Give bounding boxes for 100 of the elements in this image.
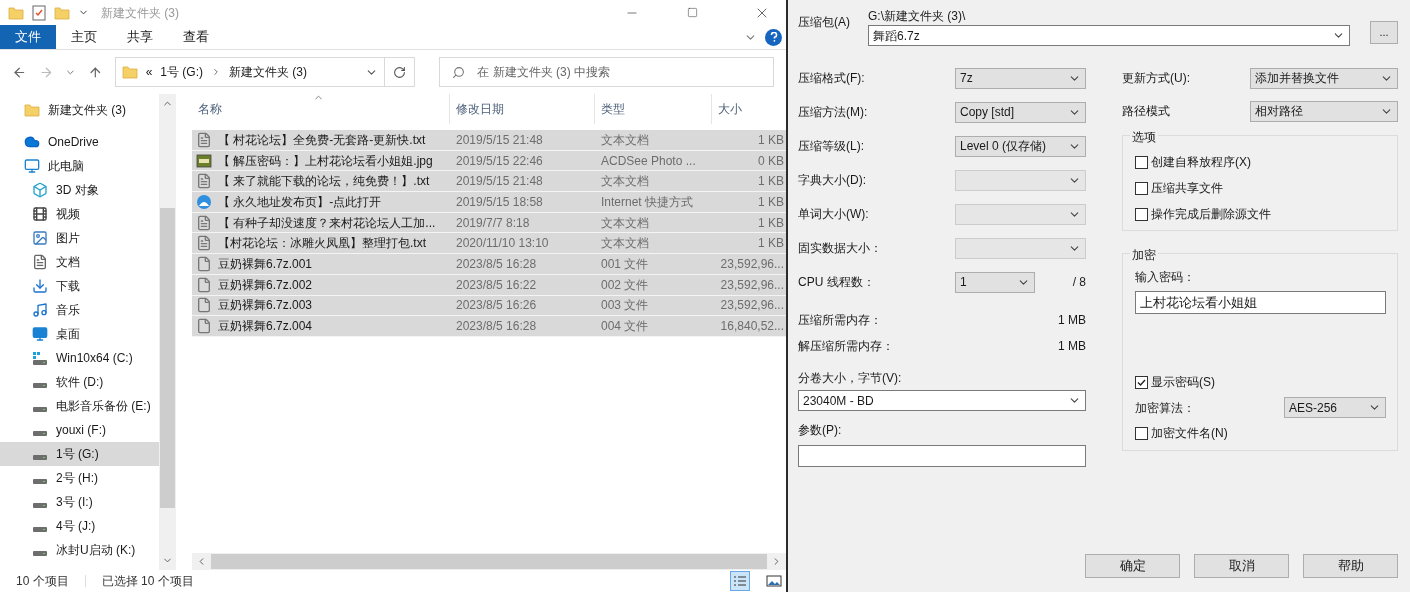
- sidebar-item[interactable]: 冰封U启动 (K:): [0, 538, 159, 562]
- file-icon: [196, 276, 212, 293]
- password-field[interactable]: 上村花论坛看小姐姐: [1135, 291, 1386, 314]
- dropdown[interactable]: 添加并替换文件: [1250, 67, 1398, 89]
- overflow-chevrons[interactable]: «: [145, 63, 153, 81]
- checkbox[interactable]: [1135, 181, 1148, 195]
- sidebar-item[interactable]: 图片: [0, 226, 159, 250]
- sidebar-item[interactable]: 3号 (I:): [0, 490, 159, 514]
- checkbox-label: 加密文件名(N): [1151, 425, 1228, 442]
- maximize-icon[interactable]: [687, 7, 698, 18]
- file-row[interactable]: 【 来了就能下载的论坛，纯免费！】.txt 2019/5/15 21:48 文本文档 1 KB: [192, 171, 786, 193]
- column-header[interactable]: 名称: [192, 94, 450, 124]
- address-bar[interactable]: « 1号 (G:) 新建文件夹 (3): [114, 57, 416, 87]
- text-file-icon: [196, 214, 212, 231]
- sidebar-item[interactable]: 文档: [0, 250, 159, 274]
- field-label: 压缩等级(L):: [798, 138, 864, 155]
- dropdown[interactable]: 1: [955, 271, 1035, 293]
- date-cell-text: 2019/5/15 21:48: [455, 131, 544, 149]
- drive-icon: [33, 430, 47, 436]
- memory-value: 1 MB: [1058, 312, 1086, 329]
- details-view-icon[interactable]: [730, 571, 750, 591]
- file-name: 豆奶裸舞6.7z.004: [218, 318, 313, 336]
- sidebar-item[interactable]: 此电脑: [0, 154, 159, 178]
- breadcrumb-item[interactable]: 新建文件夹 (3): [229, 63, 307, 81]
- column-header[interactable]: 修改日期: [450, 94, 595, 124]
- sidebar-item[interactable]: 4号 (J:): [0, 514, 159, 538]
- thumbnail-view-icon[interactable]: [766, 575, 782, 587]
- ribbon-tab[interactable]: 查看: [168, 25, 224, 49]
- sidebar-item[interactable]: 桌面: [0, 322, 159, 346]
- type-cell-text: 004 文件: [600, 318, 650, 336]
- sidebar-item[interactable]: Win10x64 (C:): [0, 346, 159, 370]
- field-label: 分卷大小，字节(V):: [798, 370, 903, 387]
- file-row[interactable]: 【 村花论坛】全免费-无套路-更新快.txt 2019/5/15 21:48 文本文档 1 KB: [192, 130, 786, 151]
- breadcrumb-separator-icon: [211, 67, 221, 77]
- size-cell-text: 23,592,96...: [719, 255, 784, 273]
- file-row[interactable]: 【 永久地址发布页】-点此打开 2019/5/15 18:58 Internet 快捷方式 1 KB: [192, 192, 786, 213]
- sidebar-item[interactable]: 2号 (H:): [0, 466, 159, 490]
- date-cell-text: 2023/8/5 16:28: [455, 318, 538, 336]
- drive-icon: [33, 382, 47, 388]
- horizontal-scrollbar[interactable]: [192, 553, 786, 570]
- file-row[interactable]: 豆奶裸舞6.7z.002 2023/8/5 16:22 002 文件 23,592,96...: [192, 274, 786, 296]
- globe-link-icon: [196, 193, 212, 210]
- dropdown[interactable]: AES-256: [1284, 397, 1386, 418]
- sidebar-item[interactable]: OneDrive: [0, 130, 159, 154]
- sidebar-item[interactable]: 音乐: [0, 298, 159, 322]
- group-title: 选项: [1130, 128, 1158, 146]
- sidebar-item[interactable]: 电影音乐备份 (E:): [0, 394, 159, 418]
- folder-icon: [54, 4, 70, 21]
- file-row[interactable]: 豆奶裸舞6.7z.003 2023/8/5 16:26 003 文件 23,592,96...: [192, 295, 786, 317]
- refresh-icon[interactable]: [393, 65, 407, 79]
- field-label: 压缩方法(M):: [798, 104, 868, 121]
- folder-icon: [8, 4, 24, 21]
- dropdown[interactable]: Level 0 (仅存储): [955, 135, 1086, 157]
- file-row[interactable]: 【村花论坛：冰雕火凤凰】整理打包.txt 2020/11/10 13:10 文本文档 1 KB: [192, 233, 786, 255]
- column-header[interactable]: 类型: [595, 94, 712, 124]
- type-cell-text: 文本文档: [600, 173, 650, 191]
- dropdown[interactable]: Copy [std]: [955, 101, 1086, 123]
- sidebar-item[interactable]: 1号 (G:): [0, 442, 159, 466]
- file-name: 豆奶裸舞6.7z.001: [218, 255, 313, 273]
- volume-size-field[interactable]: 23040M - BD: [798, 390, 1086, 411]
- parameters-field[interactable]: [798, 445, 1086, 467]
- ribbon-tab[interactable]: 共享: [112, 25, 168, 49]
- ribbon-tab[interactable]: 文件: [0, 25, 56, 49]
- type-cell-text: 001 文件: [600, 255, 650, 273]
- help-icon[interactable]: [765, 28, 782, 46]
- size-cell-text: 1 KB: [757, 235, 784, 253]
- type-cell-text: 文本文档: [600, 131, 650, 149]
- dialog-button[interactable]: 帮助: [1303, 554, 1398, 578]
- thread-total: / 8: [1071, 274, 1086, 291]
- field-label: 参数(P):: [798, 422, 843, 439]
- sidebar-item[interactable]: 下载: [0, 274, 159, 298]
- date-cell-text: 2019/5/15 21:48: [455, 173, 544, 191]
- browse-button[interactable]: ...: [1370, 21, 1398, 44]
- sidebar-item[interactable]: 视频: [0, 202, 159, 226]
- size-cell-text: 1 KB: [757, 173, 784, 191]
- dialog-button[interactable]: 取消: [1194, 554, 1289, 578]
- checkbox[interactable]: [1135, 426, 1148, 440]
- dropdown[interactable]: 7z: [955, 67, 1086, 89]
- archive-name-field[interactable]: 舞蹈6.7z: [868, 25, 1350, 46]
- search-field[interactable]: 在 新建文件夹 (3) 中搜索: [439, 57, 774, 87]
- dropdown[interactable]: 相对路径: [1250, 100, 1398, 122]
- breadcrumb-item[interactable]: 1号 (G:): [160, 63, 203, 81]
- scrollbar[interactable]: [159, 94, 176, 570]
- dialog-button[interactable]: 确定: [1085, 554, 1180, 578]
- sidebar-item[interactable]: 软件 (D:): [0, 370, 159, 394]
- sidebar-item[interactable]: youxi (F:): [0, 418, 159, 442]
- file-row[interactable]: 【 有种子却没速度？来村花论坛人工加... 2019/7/7 8:18 文本文档 1 KB: [192, 212, 786, 234]
- sidebar-item[interactable]: 新建文件夹 (3): [0, 98, 159, 122]
- properties-icon: [32, 4, 46, 21]
- ribbon-tab[interactable]: 主页: [56, 25, 112, 49]
- document-icon: [32, 254, 48, 270]
- checkbox[interactable]: [1135, 375, 1148, 389]
- checkbox[interactable]: [1135, 155, 1148, 169]
- checkbox-label: 操作完成后删除源文件: [1151, 206, 1271, 223]
- file-row[interactable]: 豆奶裸舞6.7z.001 2023/8/5 16:28 001 文件 23,592,96...: [192, 254, 786, 275]
- file-row[interactable]: 豆奶裸舞6.7z.004 2023/8/5 16:28 004 文件 16,840,52...: [192, 316, 786, 337]
- group-title: 加密: [1130, 246, 1158, 264]
- checkbox[interactable]: [1135, 207, 1148, 221]
- file-row[interactable]: 【 解压密码：】上村花论坛看小姐姐.jpg 2019/5/15 22:46 ACDSee Photo ... 0 KB: [192, 150, 786, 172]
- sidebar-item[interactable]: 3D 对象: [0, 178, 159, 202]
